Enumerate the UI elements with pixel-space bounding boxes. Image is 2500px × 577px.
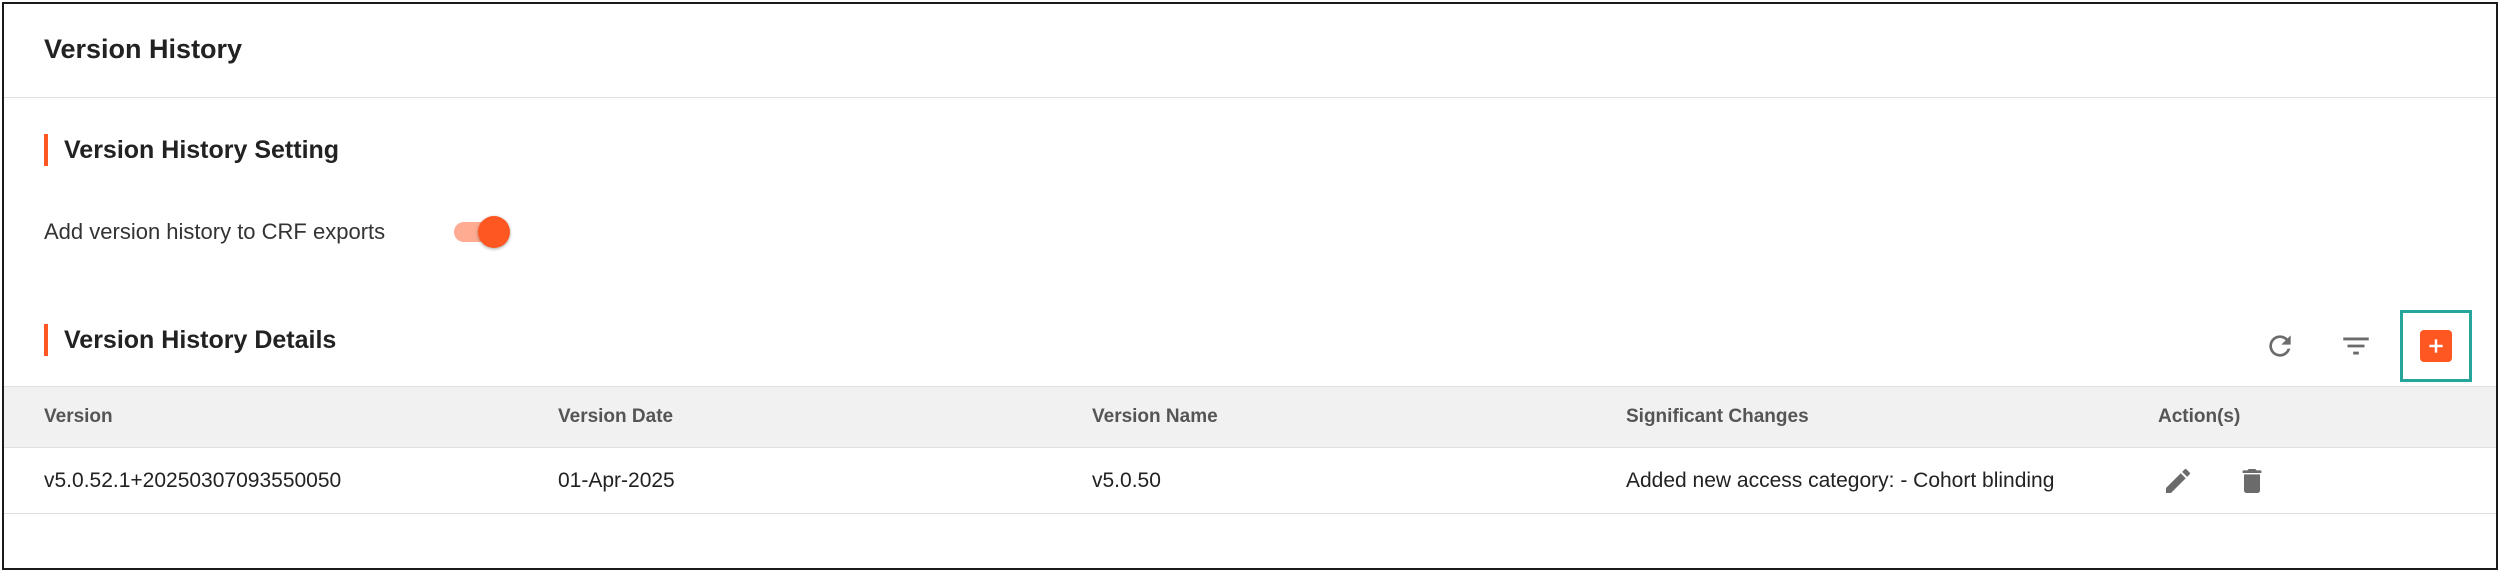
delete-icon: [2242, 468, 2262, 493]
export-toggle[interactable]: [452, 216, 512, 248]
version-history-table: Version Version Date Version Name Signif…: [4, 386, 2496, 514]
column-header-significant-changes[interactable]: Significant Changes: [1626, 387, 1809, 447]
edit-icon: [2166, 468, 2191, 493]
cell-version-date: 01-Apr-2025: [558, 468, 675, 492]
page-header: Version History: [4, 4, 2496, 98]
table-row: v5.0.52.1+20250307093550050 01-Apr-2025 …: [4, 448, 2496, 514]
details-section-title: Version History Details: [44, 324, 336, 356]
version-history-panel: Version History Version History Setting …: [2, 2, 2498, 570]
refresh-icon: [2269, 335, 2291, 357]
column-header-version-date[interactable]: Version Date: [558, 387, 673, 447]
settings-section-title: Version History Setting: [44, 134, 339, 166]
cell-actions: [2158, 448, 2306, 513]
cell-version-name: v5.0.50: [1092, 468, 1161, 492]
plus-icon: [2429, 339, 2443, 353]
column-header-version-name[interactable]: Version Name: [1092, 387, 1218, 447]
add-version-button[interactable]: [2400, 310, 2472, 382]
column-header-actions: Action(s): [2158, 406, 2241, 427]
export-toggle-label: Add version history to CRF exports: [44, 219, 386, 244]
add-button-face: [2420, 330, 2452, 362]
delete-button[interactable]: [2232, 461, 2272, 501]
table-header-row: Version Version Date Version Name Signif…: [4, 386, 2496, 448]
filter-button[interactable]: [2324, 314, 2388, 378]
column-header-version[interactable]: Version: [44, 387, 113, 447]
cell-significant-changes: Added new access category: - Cohort blin…: [1626, 468, 2055, 492]
toggle-knob: [478, 216, 510, 248]
refresh-button[interactable]: [2248, 314, 2312, 378]
cell-version: v5.0.52.1+20250307093550050: [44, 468, 342, 492]
filter-icon: [2343, 337, 2369, 355]
edit-button[interactable]: [2158, 461, 2198, 501]
export-setting-row: Add version history to CRF exports: [44, 216, 512, 248]
page-title: Version History: [44, 34, 243, 64]
details-toolbar: [2236, 310, 2472, 382]
